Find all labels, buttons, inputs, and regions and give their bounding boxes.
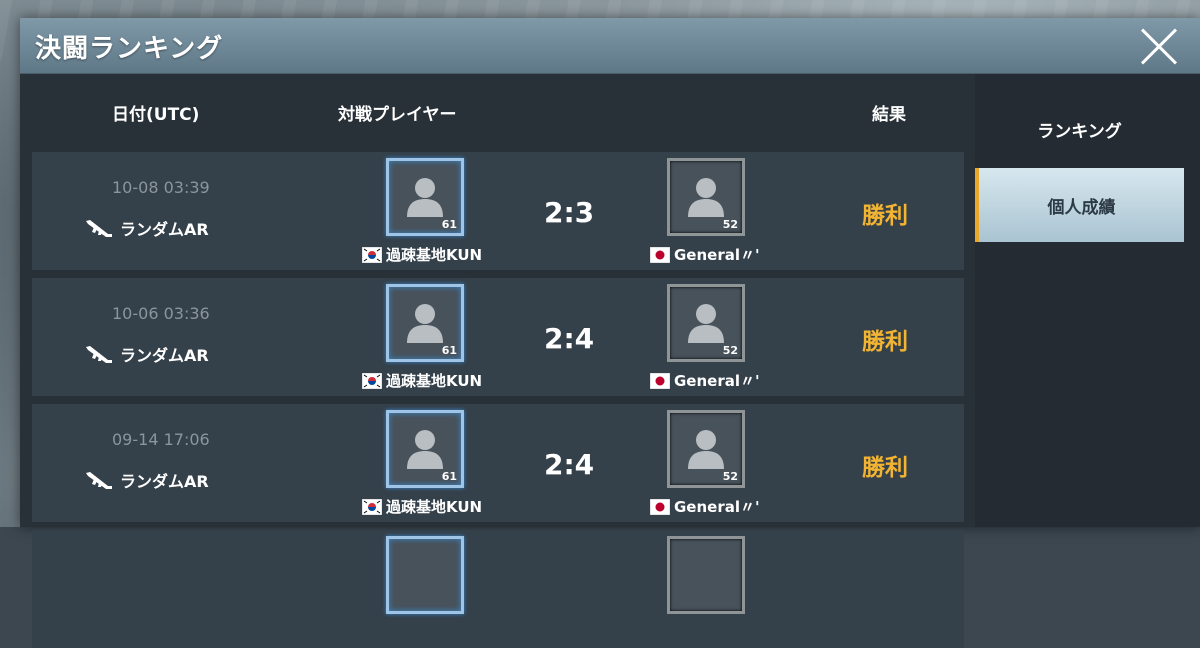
opponent-avatar[interactable]	[667, 536, 745, 614]
japan-flag-icon	[650, 498, 670, 515]
column-header-result: 結果	[872, 105, 906, 125]
opponent-avatar[interactable]: 52	[667, 284, 745, 362]
match-score: 2:3	[544, 196, 595, 229]
match-row[interactable]: 10-06 03:36 ランダムAR 61 過疎基地KUN 2:4 52 Gen…	[32, 278, 964, 396]
match-row[interactable]	[32, 530, 964, 648]
opponent-avatar[interactable]: 52	[667, 158, 745, 236]
match-date: 09-14 17:06	[112, 430, 210, 449]
korea-flag-icon	[362, 246, 382, 263]
match-mode: ランダムAR	[84, 216, 209, 240]
player-name: 過疎基地KUN	[362, 370, 482, 391]
japan-flag-icon	[650, 246, 670, 263]
opponent-name-text: General〃'	[674, 372, 760, 390]
opponent-name: General〃'	[650, 244, 760, 265]
match-date: 10-08 03:39	[112, 178, 210, 197]
opponent-name-text: General〃'	[674, 498, 760, 516]
column-header-date: 日付(UTC)	[112, 105, 200, 125]
sidebar: ランキング 個人成績	[975, 74, 1200, 527]
korea-flag-icon	[362, 498, 382, 515]
player-name-text: 過疎基地KUN	[386, 498, 483, 516]
match-date: 10-06 03:36	[112, 304, 210, 323]
assault-rifle-icon	[86, 220, 112, 237]
korea-flag-icon	[362, 372, 382, 389]
user-silhouette-icon	[407, 178, 443, 217]
opponent-avatar[interactable]: 52	[667, 410, 745, 488]
player-avatar[interactable]: 61	[386, 284, 464, 362]
user-silhouette-icon	[688, 178, 724, 217]
tab-ranking[interactable]: ランキング	[975, 92, 1184, 166]
match-score: 2:4	[544, 448, 595, 481]
duel-ranking-panel: 決闘ランキング 日付(UTC) 対戦プレイヤー 結果 10-08 03:39 ラ…	[20, 18, 1200, 648]
opponent-name: General〃'	[650, 496, 760, 517]
column-header-opponent: 対戦プレイヤー	[338, 105, 457, 125]
assault-rifle-icon	[86, 346, 112, 363]
match-mode: ランダムAR	[84, 342, 209, 366]
assault-rifle-icon	[86, 472, 112, 489]
match-mode: ランダムAR	[84, 468, 209, 492]
user-silhouette-icon	[407, 304, 443, 343]
window-title: 決闘ランキング	[35, 34, 224, 64]
japan-flag-icon	[650, 372, 670, 389]
user-silhouette-icon	[688, 430, 724, 469]
opponent-name: General〃'	[650, 370, 760, 391]
player-name: 過疎基地KUN	[362, 244, 482, 265]
match-result: 勝利	[862, 203, 908, 229]
player-level: 61	[441, 218, 457, 231]
user-silhouette-icon	[688, 304, 724, 343]
opponent-name-text: General〃'	[674, 246, 760, 264]
player-avatar[interactable]: 61	[386, 158, 464, 236]
player-name: 過疎基地KUN	[362, 496, 482, 517]
opponent-level: 52	[722, 470, 738, 483]
player-name-text: 過疎基地KUN	[386, 246, 483, 264]
player-level: 61	[441, 344, 457, 357]
player-avatar[interactable]: 61	[386, 410, 464, 488]
opponent-level: 52	[722, 218, 738, 231]
close-button[interactable]	[1138, 26, 1180, 68]
opponent-level: 52	[722, 344, 738, 357]
match-history-list: 日付(UTC) 対戦プレイヤー 結果 10-08 03:39 ランダムAR 61	[20, 74, 975, 648]
player-name-text: 過疎基地KUN	[386, 372, 483, 390]
player-avatar[interactable]	[386, 536, 464, 614]
match-result: 勝利	[862, 329, 908, 355]
match-row[interactable]: 10-08 03:39 ランダムAR 61 過疎基地KUN 2:3 52 Gen…	[32, 152, 964, 270]
match-row[interactable]: 09-14 17:06 ランダムAR 61 過疎基地KUN 2:4 52 Gen…	[32, 404, 964, 522]
tab-personal-stats[interactable]: 個人成績	[975, 168, 1184, 242]
player-level: 61	[441, 470, 457, 483]
match-mode-label: ランダムAR	[120, 472, 209, 491]
match-mode-label: ランダムAR	[120, 346, 209, 365]
match-result: 勝利	[862, 455, 908, 481]
title-bar: 決闘ランキング	[20, 18, 1200, 74]
match-mode-label: ランダムAR	[120, 220, 209, 239]
match-score: 2:4	[544, 322, 595, 355]
user-silhouette-icon	[407, 430, 443, 469]
